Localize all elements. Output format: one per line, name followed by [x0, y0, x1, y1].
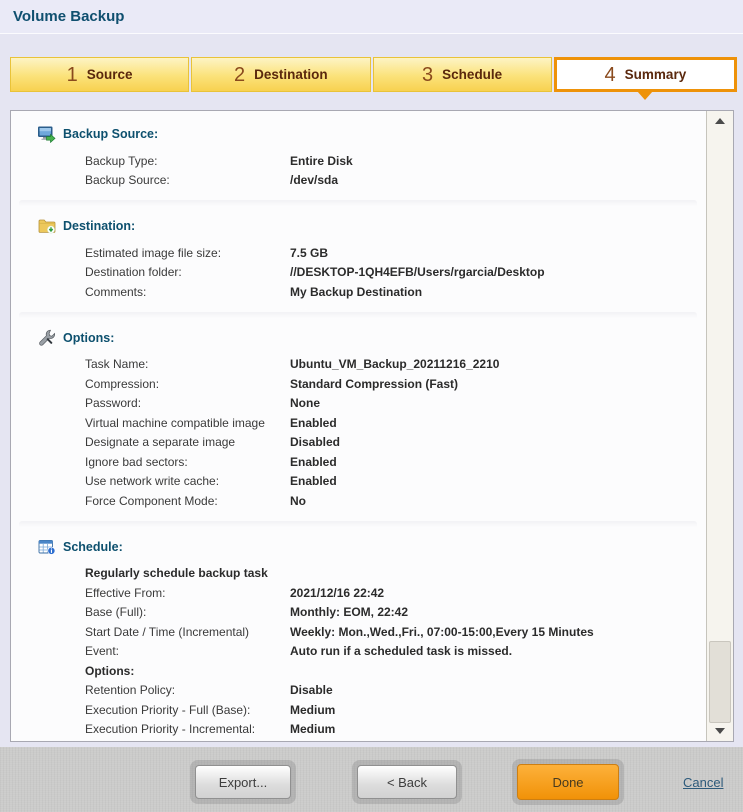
summary-panel: Backup Source: Backup Type: Entire Disk … — [10, 110, 734, 742]
summary-row: Regularly schedule backup task — [85, 564, 707, 584]
scroll-up-button[interactable] — [707, 113, 733, 129]
back-button[interactable]: < Back — [357, 765, 457, 799]
tab-number: 3 — [422, 65, 433, 85]
section-header-destination: Destination: — [37, 215, 707, 237]
active-tab-caret — [637, 91, 653, 100]
summary-row: Backup Source: /dev/sda — [85, 171, 707, 191]
folder-destination-icon — [37, 218, 56, 235]
tools-icon — [37, 329, 56, 346]
summary-row: Options: — [85, 661, 707, 681]
section-title: Options: — [63, 331, 114, 345]
section-divider — [19, 200, 697, 207]
arrow-up-icon — [715, 118, 725, 124]
vertical-scrollbar[interactable] — [706, 111, 733, 741]
summary-row: Start Date / Time (Incremental) Weekly: … — [85, 622, 707, 642]
summary-row: Retention Policy: Disable — [85, 681, 707, 701]
section-title: Destination: — [63, 219, 135, 233]
tab-label: Destination — [254, 67, 328, 82]
summary-row: Force Component Mode: No — [85, 491, 707, 511]
summary-row: Destination folder: //DESKTOP-1QH4EFB/Us… — [85, 263, 707, 283]
done-button[interactable]: Done — [517, 764, 619, 800]
section-title: Schedule: — [63, 540, 123, 554]
section-title: Backup Source: — [63, 127, 158, 141]
section-header-options: Options: — [37, 327, 707, 349]
section-header-schedule: Schedule: — [37, 536, 707, 558]
scroll-down-button[interactable] — [707, 723, 733, 739]
tab-schedule[interactable]: 3 Schedule — [373, 57, 552, 92]
summary-row: Virtual machine compatible image Enabled — [85, 413, 707, 433]
tab-label: Schedule — [442, 67, 502, 82]
titlebar: Volume Backup — [0, 0, 743, 34]
summary-content: Backup Source: Backup Type: Entire Disk … — [11, 111, 707, 741]
arrow-down-icon — [715, 728, 725, 734]
summary-row: Password: None — [85, 394, 707, 414]
summary-row: Compression: Standard Compression (Fast) — [85, 374, 707, 394]
tab-source[interactable]: 1 Source — [10, 57, 189, 92]
summary-row: Estimated image file size: 7.5 GB — [85, 243, 707, 263]
summary-row: Use network write cache: Enabled — [85, 472, 707, 492]
scrollbar-thumb[interactable] — [709, 641, 731, 723]
export-button-halo: Export... — [190, 760, 296, 804]
tab-number: 2 — [234, 65, 245, 85]
cancel-link[interactable]: Cancel — [683, 775, 723, 790]
export-button[interactable]: Export... — [195, 765, 291, 799]
tab-number: 1 — [67, 65, 78, 85]
calendar-schedule-icon — [37, 538, 56, 555]
summary-row: Execution Priority - Incremental: Medium — [85, 720, 707, 740]
summary-row: Effective From: 2021/12/16 22:42 — [85, 583, 707, 603]
page-title: Volume Backup — [0, 0, 124, 33]
tab-label: Source — [87, 67, 133, 82]
summary-row: Backup Type: Entire Disk — [85, 151, 707, 171]
summary-row: Task Name: Ubuntu_VM_Backup_20211216_221… — [85, 355, 707, 375]
volume-backup-window: Volume Backup 1 Source 2 Destination 3 S… — [0, 0, 743, 812]
summary-row: Ignore bad sectors: Enabled — [85, 452, 707, 472]
tab-label: Summary — [625, 67, 687, 82]
computer-backup-icon — [37, 126, 56, 143]
summary-row: Designate a separate image Disabled — [85, 433, 707, 453]
tab-destination[interactable]: 2 Destination — [191, 57, 370, 92]
section-header-backup-source: Backup Source: — [37, 123, 707, 145]
section-divider — [19, 521, 697, 528]
tab-number: 4 — [605, 65, 616, 85]
done-button-halo: Done — [512, 759, 624, 805]
back-button-halo: < Back — [352, 760, 462, 804]
summary-row: Execution Priority - Full (Base): Medium — [85, 700, 707, 720]
section-divider — [19, 312, 697, 319]
tab-summary[interactable]: 4 Summary — [554, 57, 737, 92]
summary-row: Base (Full): Monthly: EOM, 22:42 — [85, 603, 707, 623]
summary-row: Send email None — [85, 739, 707, 741]
summary-row: Event: Auto run if a scheduled task is m… — [85, 642, 707, 662]
summary-row: Comments: My Backup Destination — [85, 282, 707, 302]
wizard-steps-bar: 1 Source 2 Destination 3 Schedule 4 Summ… — [10, 57, 737, 92]
footer-bar: Export... < Back Done Cancel — [0, 747, 743, 812]
